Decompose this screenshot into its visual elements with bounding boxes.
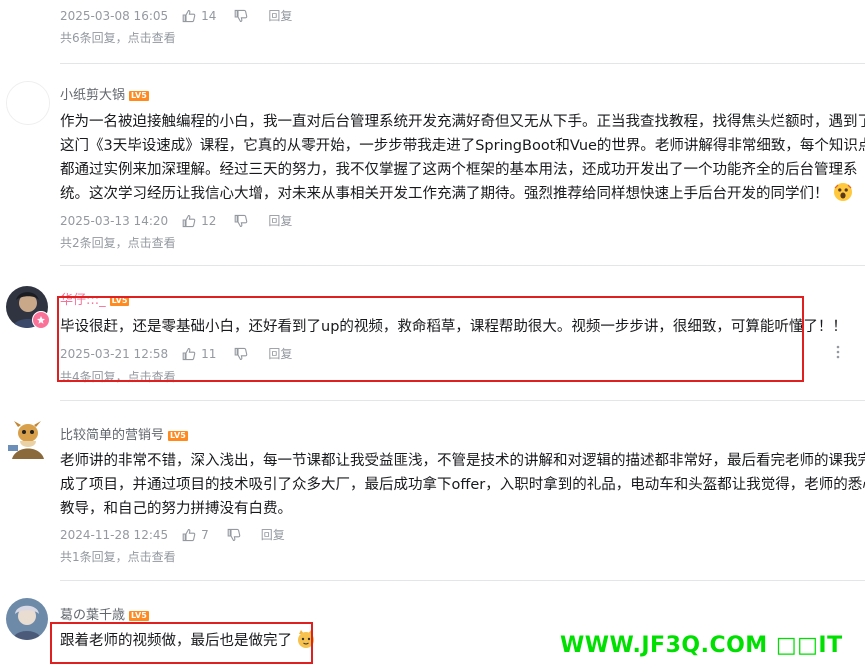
comment-text: 作为一名被迫接触编程的小白，我一直对后台管理系统开发充满好奇但又无从下手。正当我… <box>60 110 865 206</box>
dislike-button[interactable] <box>227 528 241 542</box>
level-badge: LV5 <box>129 610 149 621</box>
comment-text-line-last: 统。这次学习经历让我信心大增，对未来从事相关开发工作充满了期待。强烈推荐给同样想… <box>60 182 865 206</box>
divider <box>60 63 865 64</box>
comment-time: 2025-03-13 14:20 <box>60 213 169 228</box>
replies-summary: 共1条回复，点击查看 <box>60 548 176 565</box>
comment-text-line: 老师讲的非常不错，深入浅出，每一节课都让我受益匪浅，不管是技术的讲解和对逻辑的描… <box>60 453 865 469</box>
replies-summary: 共6条回复，点击查看 <box>60 29 176 46</box>
reply-button[interactable]: 回复 <box>261 526 285 543</box>
thumb-up-icon <box>182 528 196 541</box>
comment-text-line: 作为一名被迫接触编程的小白，我一直对后台管理系统开发充满好奇但又无从下手。正当我… <box>60 114 865 130</box>
view-replies-link[interactable]: 点击查看 <box>128 550 176 564</box>
reply-button[interactable]: 回复 <box>268 7 292 24</box>
comment-meta: 2025-03-08 16:05 14 回复 <box>60 7 292 24</box>
avatar[interactable] <box>6 419 48 461</box>
vip-badge-icon <box>32 311 50 329</box>
username-text[interactable]: 小纸剪大锅 <box>60 88 125 103</box>
like-count: 7 <box>201 527 209 542</box>
like-count: 14 <box>201 8 217 23</box>
comment-meta: 2024-11-28 12:45 7 回复 <box>60 526 285 543</box>
like-button[interactable]: 7 <box>182 528 209 542</box>
comment-meta: 2025-03-13 14:20 12 回复 <box>60 212 292 229</box>
level-badge: LV5 <box>129 90 149 101</box>
like-button[interactable]: 12 <box>182 214 216 228</box>
thumb-down-icon <box>227 528 241 541</box>
comment-text-line: 都通过实例来加深理解。经过三天的努力，我不仅掌握了这两个框架的基本用法，还成功开… <box>60 162 858 178</box>
dislike-button[interactable] <box>234 214 248 228</box>
level-badge: LV5 <box>168 430 188 441</box>
username[interactable]: 小纸剪大锅 LV5 <box>60 84 149 103</box>
watermark-text: WWW.JF3Q.COM □□IT <box>560 633 843 658</box>
thumb-down-icon <box>235 214 248 227</box>
view-replies-link[interactable]: 点击查看 <box>128 236 176 250</box>
view-replies-link[interactable]: 点击查看 <box>128 31 176 45</box>
avatar[interactable] <box>6 81 50 125</box>
comment-time: 2024-11-28 12:45 <box>60 527 169 542</box>
dislike-button[interactable] <box>234 9 248 23</box>
username[interactable]: 比较简单的营销号 LV5 <box>60 424 188 443</box>
divider <box>60 265 865 266</box>
replies-count: 共1条回复， <box>60 550 128 564</box>
highlight-box <box>57 296 804 382</box>
highlight-box <box>50 622 313 664</box>
more-options-icon[interactable] <box>834 344 842 364</box>
username[interactable]: 葛の葉千歳 LV5 <box>60 604 149 623</box>
divider <box>60 580 865 581</box>
reply-button[interactable]: 回复 <box>268 212 292 229</box>
username-text[interactable]: 比较简单的营销号 <box>60 428 164 443</box>
replies-summary: 共2条回复，点击查看 <box>60 234 176 251</box>
thumb-up-icon <box>182 9 196 22</box>
like-count: 12 <box>201 213 217 228</box>
shocked-face-emoji-icon <box>833 182 853 202</box>
avatar[interactable] <box>6 598 48 640</box>
replies-count: 共6条回复， <box>60 31 128 45</box>
comment-text-line: 成了项目，并通过项目的技术吸引了众多大厂，最后成功拿下offer，入职时拿到的礼… <box>60 477 865 493</box>
comment-text-line: 教导，和自己的努力拼搏没有白费。 <box>60 501 292 517</box>
replies-count: 共2条回复， <box>60 236 128 250</box>
thumb-up-icon <box>182 214 196 227</box>
comment-time: 2025-03-08 16:05 <box>60 8 169 23</box>
divider <box>60 400 865 401</box>
username-text[interactable]: 葛の葉千歳 <box>60 608 125 623</box>
thumb-down-icon <box>235 9 248 22</box>
like-button[interactable]: 14 <box>182 9 216 23</box>
comment-text: 老师讲的非常不错，深入浅出，每一节课都让我受益匪浅，不管是技术的讲解和对逻辑的描… <box>60 449 865 521</box>
comment-text-line: 这门《3天毕设速成》课程，它真的从零开始，一步步带我走进了SpringBoot和… <box>60 138 865 154</box>
